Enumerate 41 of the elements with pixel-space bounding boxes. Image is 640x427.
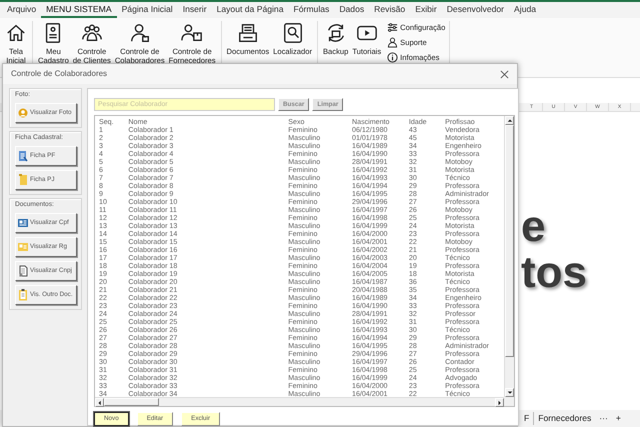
- person-icon: [128, 22, 151, 44]
- magnifier-document-icon: [282, 22, 304, 44]
- printer-icon: [236, 22, 259, 44]
- close-icon[interactable]: [500, 70, 509, 78]
- left-arrow-icon[interactable]: [96, 400, 102, 406]
- menu-tab[interactable]: Desenvolvedor: [442, 2, 510, 18]
- person-icon: [387, 37, 398, 48]
- sliders-icon: [387, 22, 398, 33]
- info-icon: [387, 52, 398, 63]
- window-title: Controle de Colaboradores: [11, 68, 108, 80]
- shape-text: tos: [521, 250, 587, 296]
- more-tabs-button[interactable]: ···: [595, 412, 612, 425]
- menu-tab[interactable]: Página Inicial: [116, 2, 178, 18]
- add-sheet-button[interactable]: +: [612, 412, 625, 425]
- right-arrow-icon[interactable]: [496, 400, 502, 406]
- document-icon: [18, 265, 28, 277]
- scrollbar-corner: [504, 397, 514, 406]
- horizontal-scrollbar[interactable]: [95, 397, 504, 406]
- sheet-tab[interactable]: Fornecedores: [534, 412, 596, 425]
- menu-tab[interactable]: Exibir: [410, 2, 442, 18]
- home-icon: [5, 22, 27, 44]
- clipboard-icon: [18, 289, 28, 301]
- sheet-tab[interactable]: F: [520, 412, 534, 425]
- menu-tab[interactable]: Revisão: [369, 2, 410, 18]
- card-icon: [18, 241, 28, 253]
- person-box-icon: [181, 22, 204, 44]
- folder-icon: [18, 174, 28, 186]
- shape-text: e: [521, 204, 546, 250]
- card-icon: [18, 217, 28, 229]
- photo-icon: [18, 107, 28, 119]
- menu-tab[interactable]: Arquivo: [2, 2, 42, 18]
- document-icon: [18, 150, 28, 162]
- menu-tab[interactable]: Dados: [334, 2, 370, 18]
- up-arrow-icon[interactable]: [506, 118, 512, 124]
- menu-tab[interactable]: Layout da Página: [212, 2, 288, 18]
- people-icon: [80, 22, 103, 44]
- menu-tab[interactable]: Ajuda: [509, 2, 542, 18]
- down-arrow-icon[interactable]: [506, 390, 512, 396]
- menu-tab[interactable]: Inserir: [178, 2, 212, 18]
- vertical-scrollbar[interactable]: [504, 116, 514, 397]
- menu-tab[interactable]: Fórmulas: [288, 2, 334, 18]
